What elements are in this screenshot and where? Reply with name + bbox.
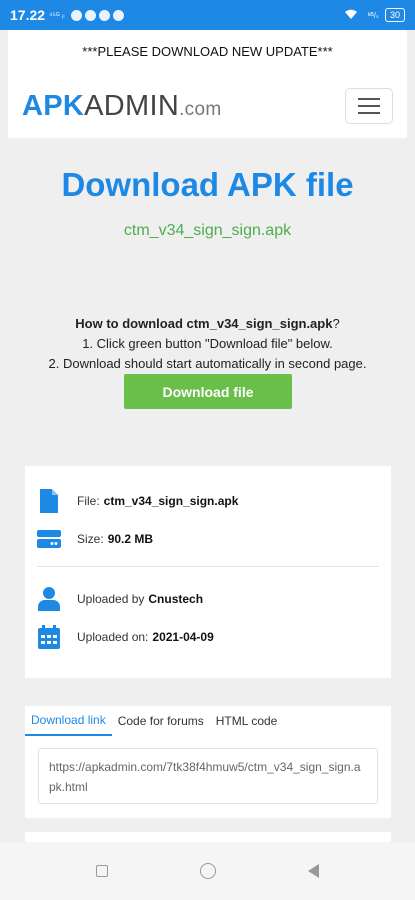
- file-name-subtitle: ctm_v34_sign_sign.apk: [123, 222, 292, 239]
- notification-icon: [70, 9, 82, 21]
- wifi-icon: [344, 8, 358, 23]
- instruction-step-1: 1. Click green button "Download file" be…: [82, 336, 333, 351]
- upload-date-label: Uploaded on:: [77, 630, 149, 644]
- home-icon[interactable]: [200, 863, 216, 879]
- update-notice: ***PLEASE DOWNLOAD NEW UPDATE***: [82, 44, 333, 59]
- share-tabs: Download link Code for forums HTML code: [25, 706, 391, 736]
- tab-html-code[interactable]: HTML code: [210, 706, 284, 736]
- hamburger-menu-button[interactable]: [345, 88, 393, 124]
- page-title: Download APK file: [61, 166, 354, 203]
- size-value: 90.2 MB: [107, 532, 154, 546]
- file-row: File: ctm_v34_sign_sign.apk: [37, 488, 238, 514]
- logo-apk: APK: [22, 90, 85, 122]
- logo-admin: ADMIN: [84, 90, 180, 122]
- upload-date-value: 2021-04-09: [152, 630, 214, 644]
- hamburger-line: [358, 98, 380, 100]
- notification-icon: [84, 9, 96, 21]
- recent-apps-icon[interactable]: [96, 865, 108, 877]
- share-tabs-card: Download link Code for forums HTML code …: [25, 706, 391, 818]
- download-link-field[interactable]: https://apkadmin.com/7tk38f4hmuw5/ctm_v3…: [38, 748, 378, 804]
- size-label: Size:: [77, 532, 104, 546]
- notification-icon: [112, 9, 124, 21]
- instruction-step-2: 2. Download should start automatically i…: [48, 356, 367, 371]
- battery-icon: 30: [384, 8, 405, 22]
- upload-date-row: Uploaded on: 2021-04-09: [37, 624, 214, 650]
- uploader-value: Cnustech: [148, 592, 204, 606]
- uploader-row: Uploaded by Cnustech: [37, 586, 203, 612]
- size-row: Size: 90.2 MB: [37, 526, 153, 552]
- user-icon: [37, 586, 61, 612]
- system-nav-bar: [0, 842, 415, 900]
- notification-icons: [70, 9, 124, 21]
- instructions-heading-mark: ?: [332, 316, 340, 331]
- next-card-edge: [25, 832, 391, 842]
- download-instructions: How to download ctm_v34_sign_sign.apk? 1…: [0, 314, 415, 374]
- status-right: ᵏᴮ/ₛ 30: [344, 8, 405, 23]
- site-header: ***PLEASE DOWNLOAD NEW UPDATE*** APKADMI…: [8, 30, 407, 138]
- tab-code-for-forums[interactable]: Code for forums: [112, 706, 210, 736]
- hard-drive-icon: [37, 526, 61, 552]
- file-label: File:: [77, 494, 100, 508]
- status-time: 17.22: [10, 7, 46, 23]
- instructions-heading: How to download ctm_v34_sign_sign.apk: [75, 316, 333, 331]
- hamburger-line: [358, 105, 380, 107]
- back-icon[interactable]: [308, 864, 319, 878]
- signal-indicators: ⁴⁵ᴳ ᵢₗ: [49, 10, 65, 20]
- site-logo[interactable]: APKADMIN.com: [22, 90, 221, 123]
- file-info-card: File: ctm_v34_sign_sign.apk Size: 90.2 M…: [25, 466, 391, 678]
- calendar-icon: [37, 624, 61, 650]
- uploader-label: Uploaded by: [77, 592, 145, 606]
- logo-com: .com: [179, 99, 222, 120]
- download-file-button[interactable]: Download file: [124, 374, 292, 409]
- tab-download-link[interactable]: Download link: [25, 706, 112, 736]
- hamburger-line: [358, 112, 380, 114]
- divider: [37, 566, 379, 567]
- file-icon: [37, 488, 61, 514]
- notification-icon: [98, 9, 110, 21]
- file-value: ctm_v34_sign_sign.apk: [103, 494, 239, 508]
- speed-indicator: ᵏᴮ/ₛ: [367, 10, 379, 20]
- status-bar: 17.22 ⁴⁵ᴳ ᵢₗ ᵏᴮ/ₛ 30: [0, 0, 415, 30]
